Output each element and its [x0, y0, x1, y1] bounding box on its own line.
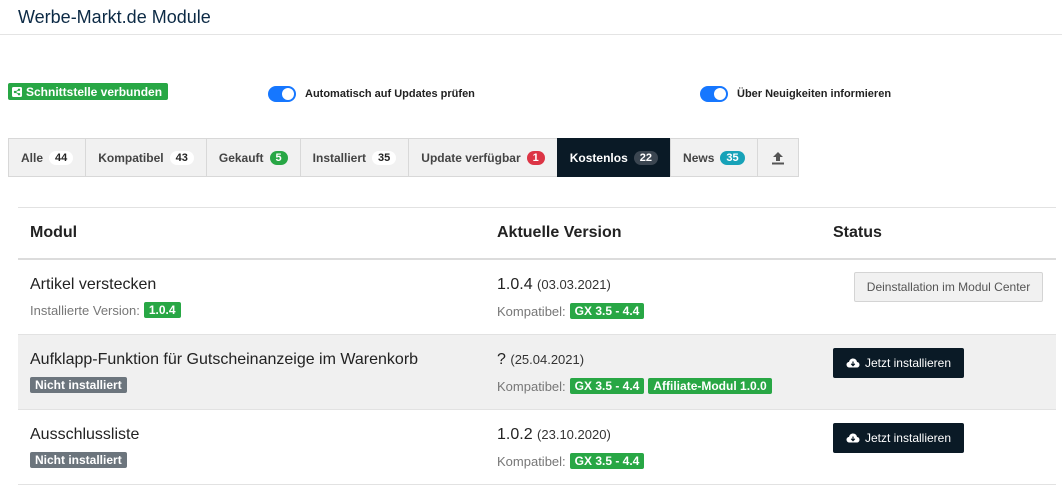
install-state: Nicht installiert — [30, 377, 127, 393]
title-divider — [0, 34, 1062, 35]
version-date: (23.10.2020) — [537, 427, 611, 442]
compat-badge: GX 3.5 - 4.4 — [569, 303, 645, 319]
installed-version-label: Installierte Version: — [30, 302, 140, 318]
news-toggle[interactable] — [700, 86, 728, 102]
header-module: Modul — [30, 224, 78, 241]
tab-count: 43 — [169, 150, 194, 165]
tab-label: Alle — [21, 150, 44, 165]
current-version: ? (25.04.2021) — [497, 351, 584, 369]
uninstall-button[interactable]: Deinstallation im Modul Center — [854, 272, 1043, 302]
cloud-download-icon — [846, 358, 860, 368]
tab-count: 5 — [269, 150, 288, 165]
module-name: Artikel verstecken — [30, 276, 157, 293]
version-number: ? — [497, 351, 506, 368]
install-label: Jetzt installieren — [864, 431, 952, 445]
install-state: Nicht installiert — [30, 452, 127, 468]
compatibility: Kompatibel: GX 3.5 - 4.4 Affiliate-Modul… — [497, 378, 772, 394]
version-date: (25.04.2021) — [510, 352, 585, 367]
auto-update-label: Automatisch auf Updates prüfen — [305, 88, 475, 100]
header-version: Aktuelle Version — [497, 224, 622, 241]
tab-label: Kostenlos — [569, 150, 628, 165]
tab-label: Gekauft — [218, 150, 264, 165]
install-button[interactable]: Jetzt installieren — [833, 423, 964, 453]
table-row: Ausschlussliste Nicht installiert 1.0.2 … — [18, 410, 1056, 485]
tab-count: 35 — [720, 150, 745, 165]
filter-tabs: Alle 44 Kompatibel 43 Gekauft 5 Installiert… — [8, 138, 799, 177]
installed-version-badge: 1.0.4 — [143, 302, 181, 318]
compat-badge: GX 3.5 - 4.4 — [569, 453, 645, 469]
share-icon — [12, 86, 22, 97]
tab-count: 1 — [526, 150, 545, 165]
version-date: (03.03.2021) — [537, 277, 611, 292]
not-installed-badge: Nicht installiert — [30, 452, 127, 468]
tab-count: 22 — [633, 150, 659, 165]
tab-label: Kompatibel — [98, 150, 164, 165]
compat-label: Kompatibel: — [497, 303, 566, 319]
compatibility: Kompatibel: GX 3.5 - 4.4 — [497, 303, 645, 319]
tab-count: 35 — [372, 150, 397, 165]
connection-status-badge: Schnittstelle verbunden — [8, 83, 169, 100]
version-number: 1.0.4 — [497, 276, 533, 293]
version-number: 1.0.2 — [497, 426, 533, 443]
compat-label: Kompatibel: — [497, 378, 566, 394]
table-row: Aufklapp-Funktion für Gutscheinanzeige i… — [18, 335, 1056, 410]
tab-installiert[interactable]: Installiert 35 — [299, 138, 409, 177]
table-header: Modul Aktuelle Version Status — [18, 208, 1056, 258]
tab-news[interactable]: News 35 — [670, 138, 757, 177]
connection-status-label: Schnittstelle verbunden — [26, 84, 163, 99]
tab-gekauft[interactable]: Gekauft 5 — [205, 138, 300, 177]
tab-label: Installiert — [312, 150, 367, 165]
tab-update-verfuegbar[interactable]: Update verfügbar 1 — [408, 138, 557, 177]
compatibility: Kompatibel: GX 3.5 - 4.4 — [497, 453, 645, 469]
header-status: Status — [833, 224, 882, 241]
module-name: Aufklapp-Funktion für Gutscheinanzeige i… — [30, 351, 419, 368]
tab-label: News — [683, 150, 715, 165]
tab-kompatibel[interactable]: Kompatibel 43 — [85, 138, 206, 177]
current-version: 1.0.2 (23.10.2020) — [497, 426, 611, 444]
install-label: Jetzt installieren — [864, 356, 952, 370]
news-label: Über Neuigkeiten informieren — [737, 88, 892, 100]
not-installed-badge: Nicht installiert — [30, 377, 127, 393]
installed-version: Installierte Version: 1.0.4 — [30, 302, 181, 318]
news-setting: Über Neuigkeiten informieren — [700, 86, 891, 102]
current-version: 1.0.4 (03.03.2021) — [497, 276, 611, 294]
table-row: Artikel verstecken Installierte Version:… — [18, 260, 1056, 335]
compat-label: Kompatibel: — [497, 453, 566, 469]
install-button[interactable]: Jetzt installieren — [833, 348, 964, 378]
tab-alle[interactable]: Alle 44 — [8, 138, 86, 177]
module-table: Modul Aktuelle Version Status Artikel ve… — [18, 207, 1056, 485]
auto-update-setting: Automatisch auf Updates prüfen — [268, 86, 475, 102]
upload-icon — [771, 151, 784, 164]
page-title: Werbe-Markt.de Module — [18, 7, 211, 27]
compat-badge: Affiliate-Modul 1.0.0 — [648, 378, 772, 394]
module-name: Ausschlussliste — [30, 426, 140, 443]
upload-button[interactable] — [756, 138, 799, 177]
tab-count: 44 — [49, 150, 74, 165]
auto-update-toggle[interactable] — [268, 86, 296, 102]
tab-kostenlos[interactable]: Kostenlos 22 — [556, 138, 671, 177]
compat-badge: GX 3.5 - 4.4 — [569, 378, 645, 394]
cloud-download-icon — [846, 433, 860, 443]
tab-label: Update verfügbar — [421, 150, 521, 165]
